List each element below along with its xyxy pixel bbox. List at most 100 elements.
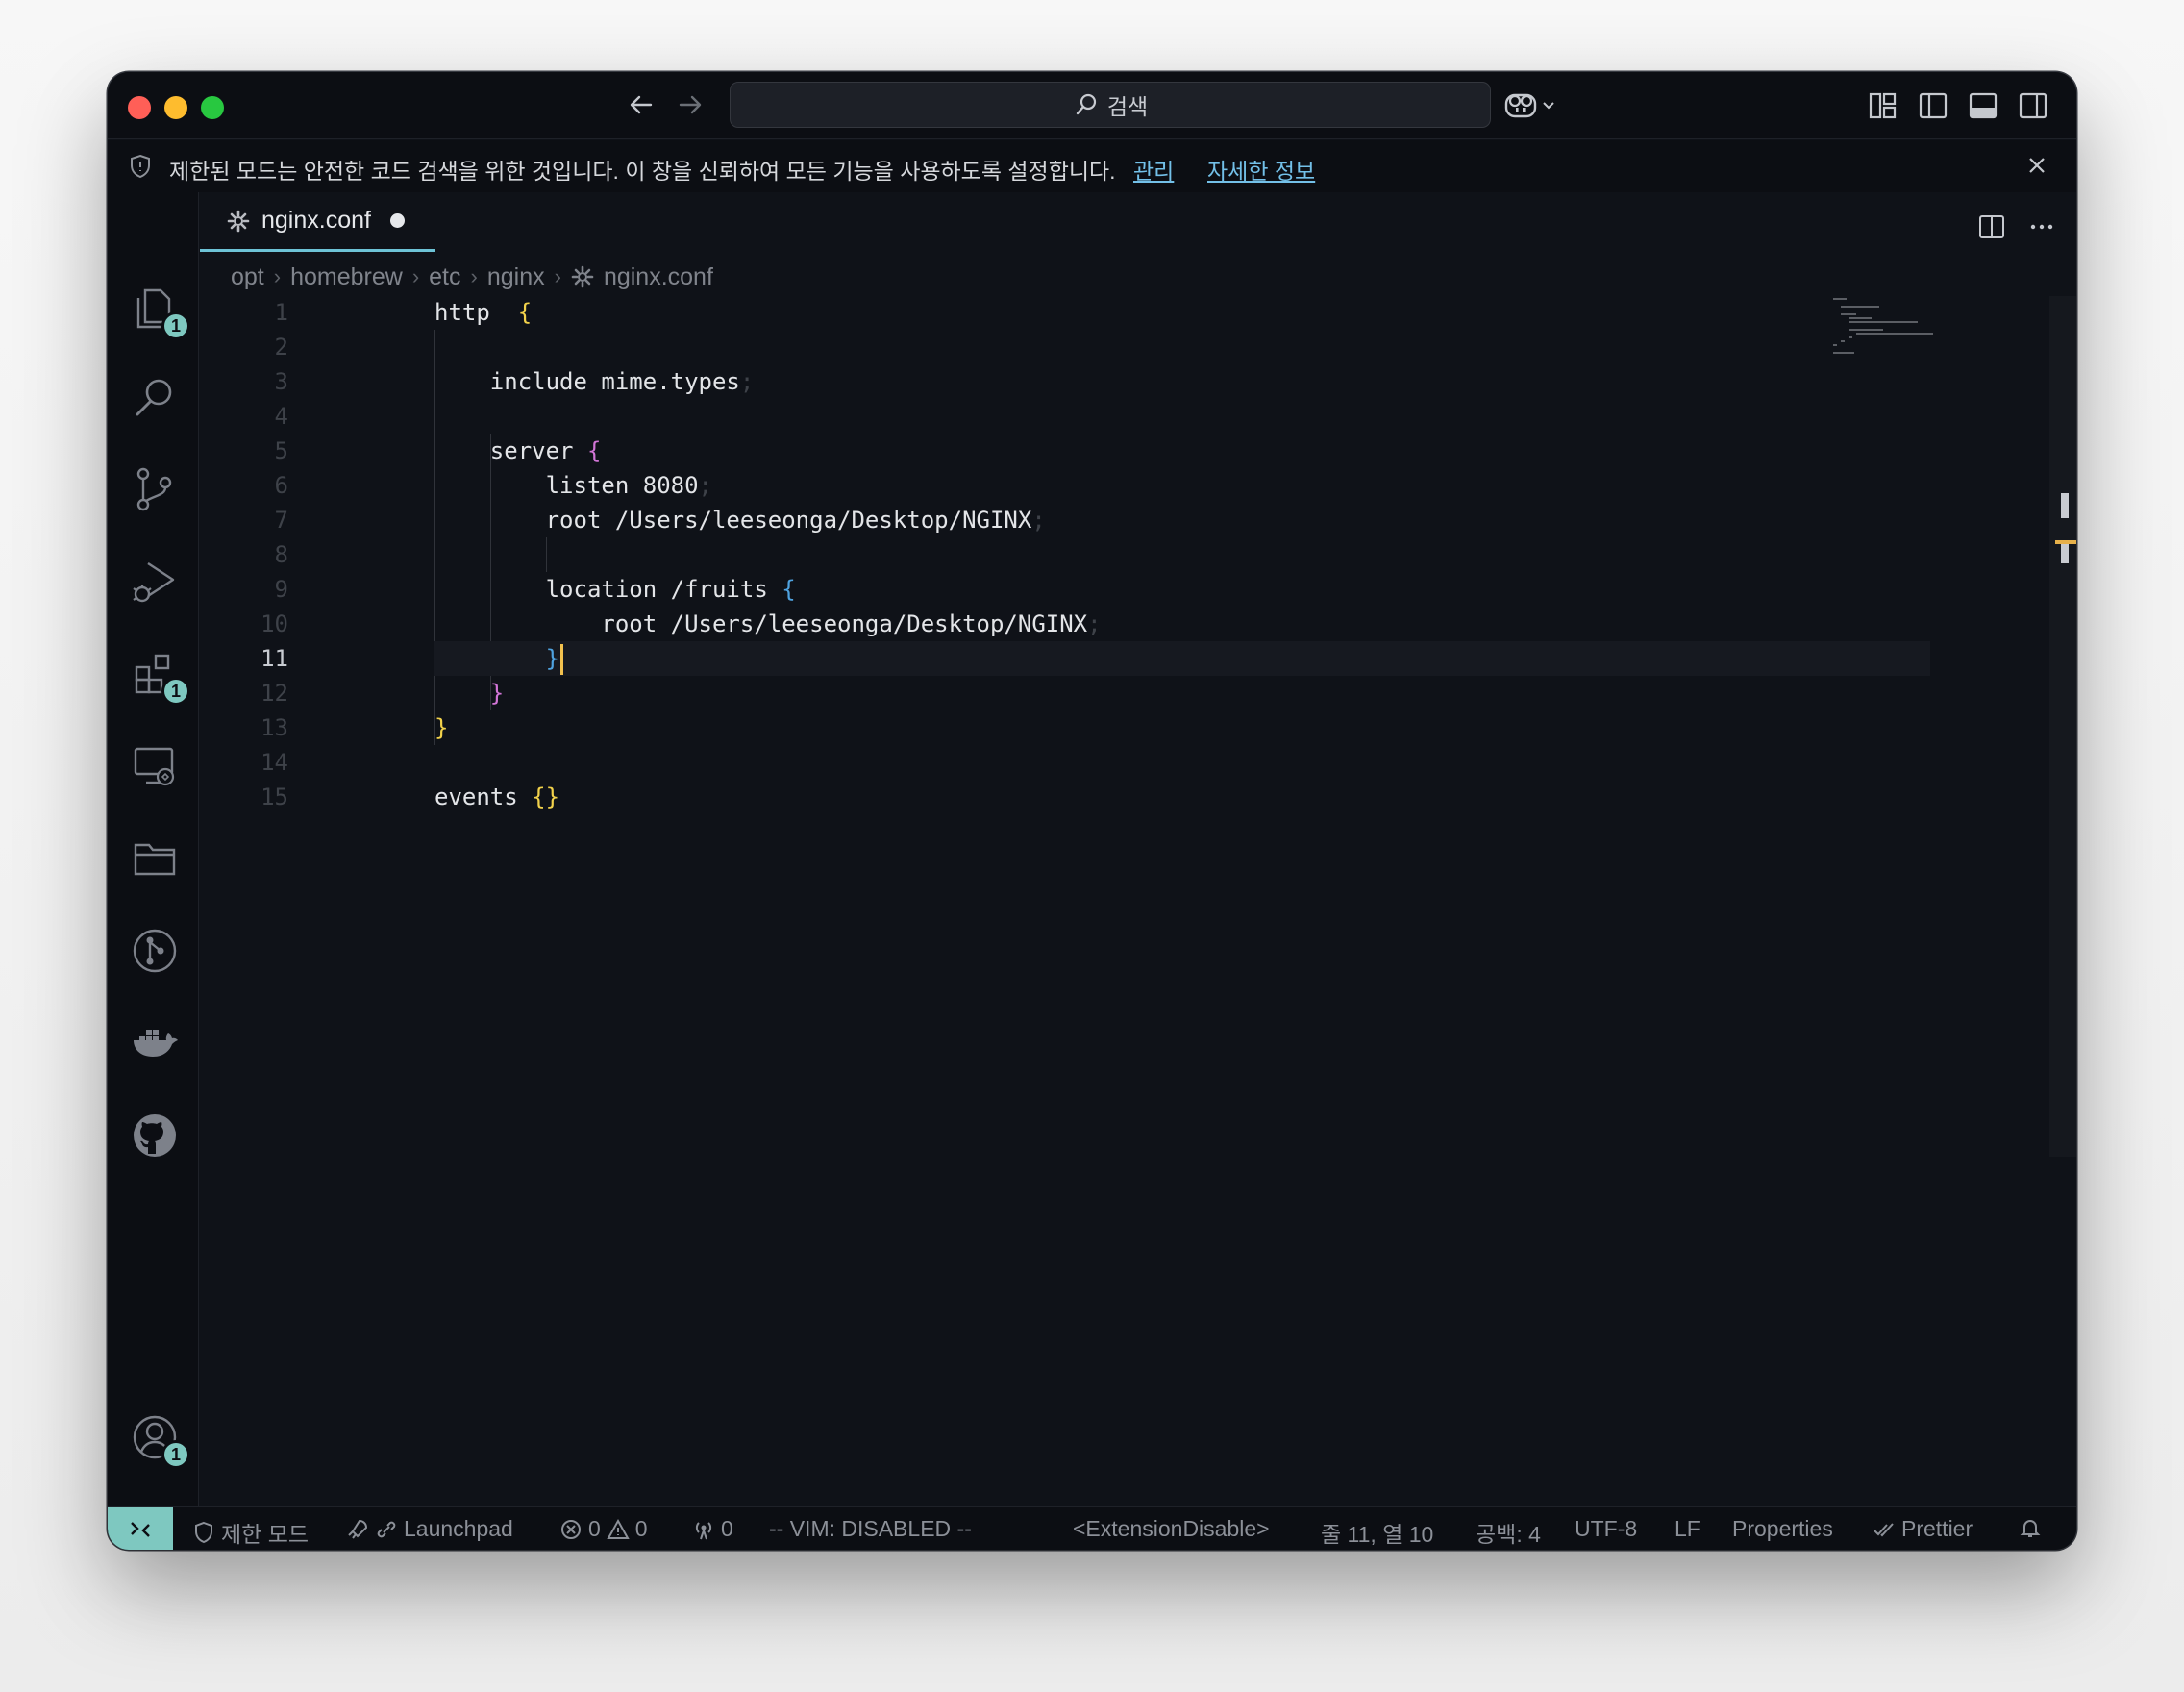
back-arrow-icon[interactable] [622, 86, 660, 124]
copilot-menu-button[interactable] [1502, 86, 1569, 124]
code-editor[interactable]: 1 http {2 3 include mime.types; 4 5 server {… [200, 295, 1930, 1449]
activity-docker[interactable] [129, 1017, 181, 1069]
line-number: 7 [274, 507, 288, 534]
problems-status[interactable]: 0 0 [559, 1516, 648, 1542]
minimize-window-button[interactable] [164, 96, 187, 119]
explorer-badge: 1 [161, 311, 190, 340]
breadcrumb: opt › homebrew › etc › nginx › nginx.con… [231, 261, 713, 293]
code-line[interactable]: 14 [200, 745, 1930, 780]
eol-status[interactable]: LF [1675, 1516, 1700, 1542]
breadcrumb-opt[interactable]: opt [231, 263, 264, 291]
activity-run-debug[interactable] [129, 556, 181, 608]
code-line[interactable]: 11 } [200, 641, 1930, 676]
chevron-right-icon: › [411, 264, 420, 288]
code-line[interactable]: 3 include mime.types; [200, 364, 1930, 399]
code-text: listen 8080; [434, 472, 712, 499]
command-center-search[interactable]: 검색 [730, 82, 1491, 128]
code-text: } [434, 714, 449, 741]
line-number: 1 [274, 299, 288, 326]
code-line[interactable]: 12 } [200, 676, 1930, 710]
warning-icon [607, 1518, 630, 1539]
shield-icon [127, 153, 154, 180]
unsaved-dot-icon[interactable] [389, 213, 405, 228]
line-number: 4 [274, 403, 288, 430]
status-bar: 제한 모드 Launchpad 0 0 0 -- VIM: DISABLED -… [108, 1506, 2076, 1550]
vim-status[interactable]: -- VIM: DISABLED -- [769, 1516, 972, 1542]
split-editor-icon[interactable] [1976, 212, 2007, 242]
activity-remote-explorer[interactable] [129, 740, 181, 792]
customize-layout-icon[interactable] [1867, 89, 1899, 122]
line-number: 5 [274, 437, 288, 464]
source-control-icon [136, 467, 172, 511]
line-number: 8 [274, 541, 288, 568]
code-line[interactable]: 7 root /Users/leeseonga/Desktop/NGINX; [200, 503, 1930, 537]
code-line[interactable]: 1 http { [200, 295, 1930, 330]
minimap[interactable] [1833, 296, 1948, 363]
ports-status[interactable]: 0 [692, 1516, 733, 1542]
activity-explorer[interactable]: 1 [129, 283, 190, 340]
error-count: 0 [588, 1516, 601, 1541]
remote-indicator[interactable] [108, 1507, 173, 1550]
breadcrumb-nginx[interactable]: nginx [487, 263, 545, 291]
search-icon [136, 379, 172, 416]
activity-bar: 1 1 1 [108, 192, 199, 1550]
prettier-status[interactable]: Prettier [1873, 1516, 1973, 1542]
vscode-window: 검색 제한된 모드는 안전한 코드 검색을 위한 것입니다. 이 창을 신뢰하여… [108, 72, 2076, 1550]
toggle-primary-sidebar-icon[interactable] [1917, 89, 1949, 122]
code-text: root /Users/leeseonga/Desktop/NGINX; [434, 507, 1046, 534]
breadcrumb-etc[interactable]: etc [429, 263, 460, 291]
code-line[interactable]: 8 [200, 537, 1930, 572]
scrollbar-cursor-marker [2061, 493, 2069, 518]
zoom-window-button[interactable] [201, 96, 224, 119]
activity-search[interactable] [129, 371, 181, 423]
code-line[interactable]: 6 listen 8080; [200, 468, 1930, 503]
indentation-status[interactable]: 공백: 4 [1476, 1516, 1541, 1549]
git-graph-icon [133, 929, 177, 973]
gear-icon [571, 265, 594, 288]
restricted-mode-status[interactable]: 제한 모드 [192, 1516, 309, 1549]
extensions-badge: 1 [161, 677, 190, 706]
code-line[interactable]: 15 events {} [200, 780, 1930, 814]
breadcrumb-homebrew[interactable]: homebrew [290, 263, 403, 291]
code-text: server { [434, 437, 602, 464]
code-line[interactable]: 5 server { [200, 434, 1930, 468]
forward-arrow-icon[interactable] [671, 86, 709, 124]
code-line[interactable]: 4 [200, 399, 1930, 434]
breadcrumb-file[interactable]: nginx.conf [604, 263, 713, 291]
code-line[interactable]: 10 root /Users/leeseonga/Desktop/NGINX; [200, 607, 1930, 641]
activity-github[interactable] [129, 1109, 181, 1161]
gear-icon [227, 210, 250, 232]
activity-git-graph[interactable] [129, 925, 181, 977]
toggle-secondary-sidebar-icon[interactable] [2017, 89, 2049, 122]
activity-project-manager[interactable] [129, 833, 181, 884]
more-actions-icon[interactable] [2026, 212, 2057, 242]
tab-nginx-conf[interactable]: nginx.conf [200, 192, 435, 252]
editor-scrollbar[interactable] [2049, 296, 2076, 1157]
language-mode-status[interactable]: Properties [1732, 1516, 1833, 1542]
scrollbar-position-marker [2061, 544, 2069, 563]
docker-icon [134, 1030, 178, 1057]
code-line[interactable]: 2 [200, 330, 1930, 364]
activity-accounts[interactable]: 1 [129, 1411, 190, 1469]
close-icon[interactable] [2024, 153, 2049, 178]
error-icon [561, 1519, 581, 1539]
double-check-icon [1874, 1522, 1894, 1536]
learn-more-link[interactable]: 자세한 정보 [1207, 153, 1315, 186]
link-icon [377, 1521, 396, 1537]
remote-explorer-icon [134, 747, 175, 786]
code-line[interactable]: 13} [200, 710, 1930, 745]
extension-status[interactable]: <ExtensionDisable> [1073, 1516, 1270, 1542]
activity-source-control[interactable] [129, 463, 181, 515]
close-window-button[interactable] [128, 96, 151, 119]
activity-extensions[interactable]: 1 [129, 648, 190, 706]
code-line[interactable]: 9 location /fruits { [200, 572, 1930, 607]
search-placeholder: 검색 [1106, 94, 1149, 119]
tab-label: nginx.conf [261, 207, 371, 234]
manage-link[interactable]: 관리 [1133, 153, 1174, 186]
launchpad-status[interactable]: Launchpad [346, 1516, 513, 1542]
encoding-status[interactable]: UTF-8 [1575, 1516, 1637, 1542]
cursor-position-status[interactable]: 줄 11, 열 10 [1321, 1516, 1433, 1549]
toggle-panel-icon[interactable] [1967, 89, 1999, 122]
code-text: } [434, 641, 564, 676]
notifications-bell-icon[interactable] [2019, 1516, 2042, 1539]
